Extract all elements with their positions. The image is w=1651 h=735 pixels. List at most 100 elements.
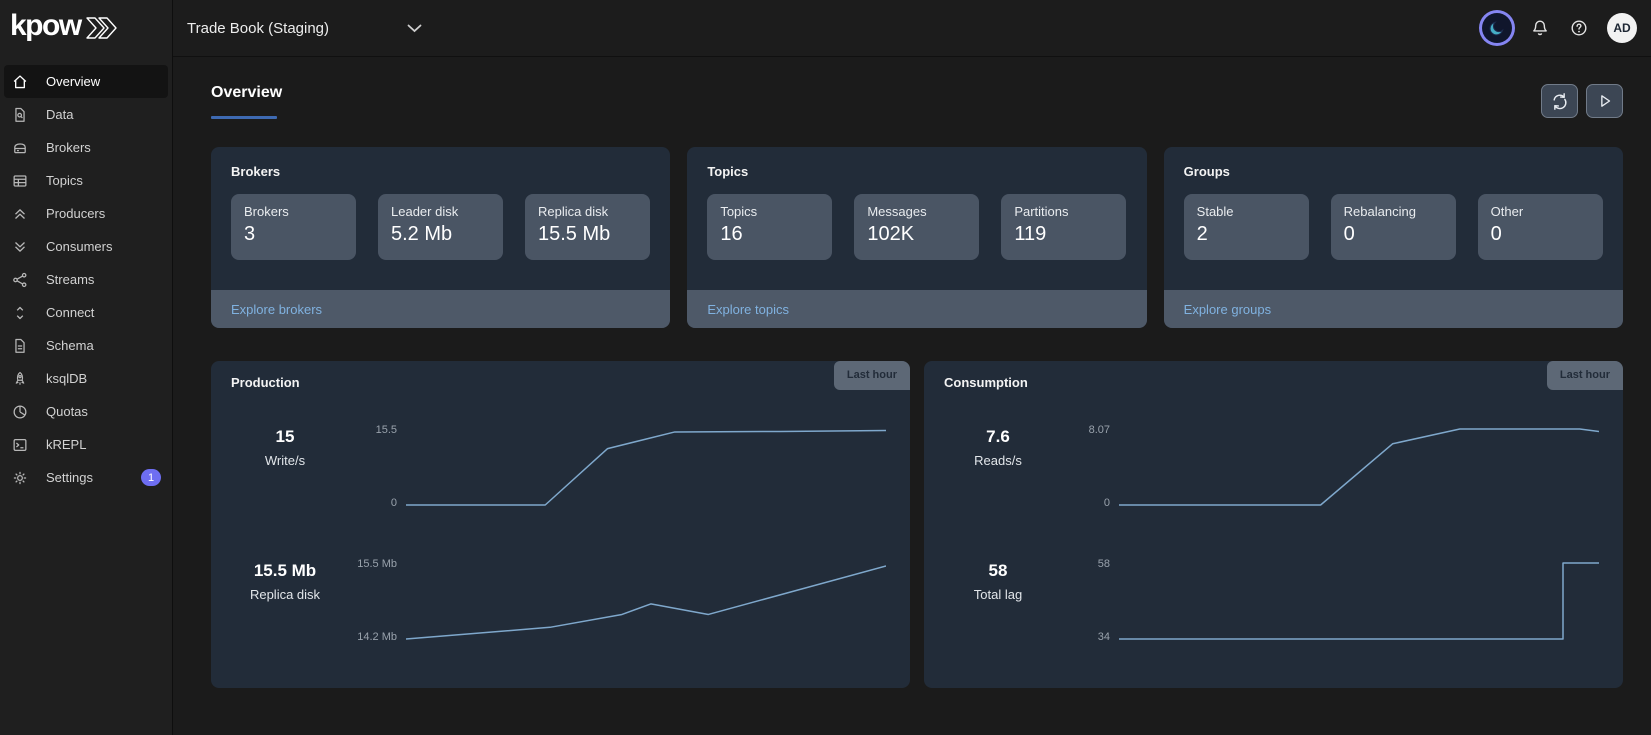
metric-row: 7.6 Reads/s 8.07 0 xyxy=(944,425,1603,509)
stat-label: Other xyxy=(1491,204,1590,219)
stat-label: Leader disk xyxy=(391,204,490,219)
stat-value: 0 xyxy=(1344,223,1443,246)
gear-icon xyxy=(11,469,29,487)
chart-title: Consumption xyxy=(944,375,1603,390)
terminal-icon xyxy=(11,436,29,454)
groups-card: Groups Stable 2 Rebalancing 0 Ot xyxy=(1164,147,1623,328)
stat-value: 3 xyxy=(244,223,343,246)
settings-badge: 1 xyxy=(141,469,161,486)
y-axis-min-label: 0 xyxy=(391,498,397,509)
sidebar-item-connect[interactable]: Connect xyxy=(4,296,168,329)
metric-row: 58 Total lag 58 34 xyxy=(944,559,1603,643)
metric-name: Total lag xyxy=(944,587,1052,602)
sidebar-item-label: kREPL xyxy=(46,437,86,452)
sidebar-item-quotas[interactable]: Quotas xyxy=(4,395,168,428)
topbar-right-cluster: AD xyxy=(1482,13,1637,43)
stat-tile: Other 0 xyxy=(1478,194,1603,260)
chart-title: Production xyxy=(231,375,890,390)
document-icon xyxy=(11,337,29,355)
metric-current-value: 7.6 xyxy=(944,427,1052,447)
share-icon xyxy=(11,271,29,289)
moon-icon xyxy=(1487,18,1507,38)
sparkline-chart xyxy=(1119,559,1599,643)
stat-value: 5.2 Mb xyxy=(391,223,490,246)
y-axis-min-label: 0 xyxy=(1104,498,1110,509)
y-axis-max-label: 8.07 xyxy=(1089,425,1110,436)
stat-tile: Brokers 3 xyxy=(231,194,356,260)
stat-label: Messages xyxy=(867,204,966,219)
refresh-button[interactable] xyxy=(1541,84,1578,118)
metric-current-value: 15.5 Mb xyxy=(231,561,339,581)
explore-topics-link[interactable]: Explore topics xyxy=(707,302,789,317)
stat-tile: Messages 102K xyxy=(854,194,979,260)
brokers-card: Brokers Brokers 3 Leader disk 5.2 Mb xyxy=(211,147,670,328)
environment-selector[interactable]: Trade Book (Staging) xyxy=(187,20,422,37)
explore-groups-link[interactable]: Explore groups xyxy=(1184,302,1271,317)
sparkline-plot: 15.5 0 xyxy=(339,425,890,509)
avatar[interactable]: AD xyxy=(1607,13,1637,43)
stat-label: Replica disk xyxy=(538,204,637,219)
dark-mode-toggle[interactable] xyxy=(1482,13,1512,43)
charts-row: Last hour Production 15 Write/s 15.5 0 xyxy=(211,361,1623,688)
sparkline-plot: 58 34 xyxy=(1052,559,1603,643)
y-axis-max-label: 15.5 xyxy=(376,425,397,436)
stat-tile: Partitions 119 xyxy=(1001,194,1126,260)
stat-label: Rebalancing xyxy=(1344,204,1443,219)
explore-brokers-link[interactable]: Explore brokers xyxy=(231,302,322,317)
stat-label: Stable xyxy=(1197,204,1296,219)
logo-text: kpow xyxy=(10,11,81,41)
sidebar-item-brokers[interactable]: Brokers xyxy=(4,131,168,164)
home-icon xyxy=(11,73,29,91)
stat-value: 102K xyxy=(867,223,966,246)
consumption-chart-card: Last hour Consumption 7.6 Reads/s 8.07 0 xyxy=(924,361,1623,688)
sparkline-chart xyxy=(406,425,886,509)
sidebar-item-label: Topics xyxy=(46,173,83,188)
sidebar: kpow Overview Data xyxy=(0,0,173,735)
sidebar-item-ksqldb[interactable]: ksqlDB xyxy=(4,362,168,395)
sidebar-item-label: Producers xyxy=(46,206,105,221)
time-range-badge: Last hour xyxy=(1547,361,1623,390)
play-icon xyxy=(1596,92,1614,110)
help-icon[interactable] xyxy=(1568,17,1590,39)
sidebar-item-label: Brokers xyxy=(46,140,91,155)
sidebar-item-streams[interactable]: Streams xyxy=(4,263,168,296)
main-area: Trade Book (Staging) AD xyxy=(173,0,1651,735)
stat-label: Brokers xyxy=(244,204,343,219)
sidebar-item-settings[interactable]: Settings 1 xyxy=(4,461,168,494)
summary-cards-row: Brokers Brokers 3 Leader disk 5.2 Mb xyxy=(211,147,1623,328)
production-chart-card: Last hour Production 15 Write/s 15.5 0 xyxy=(211,361,910,688)
stat-label: Topics xyxy=(720,204,819,219)
notifications-bell-icon[interactable] xyxy=(1529,17,1551,39)
stat-value: 119 xyxy=(1014,223,1113,246)
sidebar-item-topics[interactable]: Topics xyxy=(4,164,168,197)
sidebar-item-overview[interactable]: Overview xyxy=(4,65,168,98)
sidebar-item-schema[interactable]: Schema xyxy=(4,329,168,362)
stat-value: 16 xyxy=(720,223,819,246)
stat-tile: Rebalancing 0 xyxy=(1331,194,1456,260)
stat-value: 15.5 Mb xyxy=(538,223,637,246)
card-title: Brokers xyxy=(231,164,650,179)
time-range-badge: Last hour xyxy=(834,361,910,390)
sidebar-item-producers[interactable]: Producers xyxy=(4,197,168,230)
sidebar-item-krepl[interactable]: kREPL xyxy=(4,428,168,461)
sidebar-item-label: Quotas xyxy=(46,404,88,419)
stat-label: Partitions xyxy=(1014,204,1113,219)
sparkline-chart xyxy=(1119,425,1599,509)
metric-name: Replica disk xyxy=(231,587,339,602)
sidebar-item-consumers[interactable]: Consumers xyxy=(4,230,168,263)
sidebar-item-label: Streams xyxy=(46,272,94,287)
topbar: Trade Book (Staging) AD xyxy=(173,0,1651,56)
sidebar-item-label: Connect xyxy=(46,305,94,320)
sidebar-item-label: Schema xyxy=(46,338,94,353)
stat-tile: Topics 16 xyxy=(707,194,832,260)
stat-value: 0 xyxy=(1491,223,1590,246)
stat-tile: Replica disk 15.5 Mb xyxy=(525,194,650,260)
kpow-logo[interactable]: kpow xyxy=(0,0,172,56)
action-buttons xyxy=(1541,84,1623,118)
table-icon xyxy=(11,172,29,190)
title-row: Overview xyxy=(211,84,1623,119)
play-button[interactable] xyxy=(1586,84,1623,118)
environment-name: Trade Book (Staging) xyxy=(187,20,329,37)
title-underline xyxy=(211,116,277,119)
sidebar-item-data[interactable]: Data xyxy=(4,98,168,131)
